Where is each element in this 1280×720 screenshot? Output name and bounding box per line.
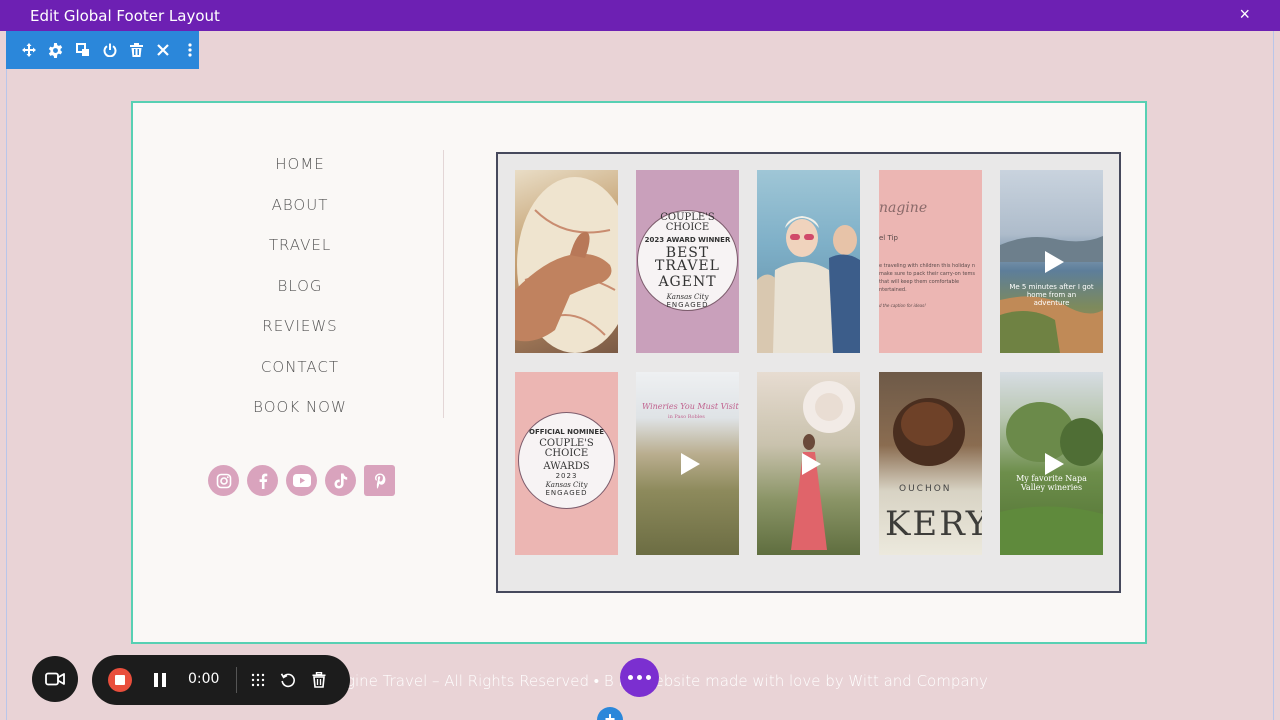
settings-icon[interactable] [47, 41, 65, 59]
nav-reviews[interactable]: REVIEWS [195, 315, 405, 356]
nav-about[interactable]: ABOUT [195, 194, 405, 235]
duplicate-icon[interactable] [74, 41, 92, 59]
vertical-divider [443, 150, 444, 418]
bakery-sign-top: OUCHON [899, 484, 952, 494]
copyright-text: gine Travel – All Rights Reserved • B nd… [346, 672, 988, 690]
play-icon [1044, 452, 1064, 475]
divider [236, 667, 237, 693]
builder-menu-button[interactable] [620, 658, 659, 697]
feed-tile-adventure-video[interactable]: Me 5 minutes after I got home from an ad… [1000, 170, 1103, 353]
nav-book-now[interactable]: BOOK NOW [195, 396, 405, 437]
more-icon[interactable] [181, 41, 199, 59]
award-winner-badge: COUPLE'S CHOICE 2023 AWARD WINNER BEST T… [637, 210, 738, 311]
nav-contact[interactable]: CONTACT [195, 356, 405, 397]
section-toolbar [6, 31, 199, 69]
trash-icon[interactable] [127, 41, 145, 59]
travel-tip-footer: d the caption for ideas! [879, 303, 926, 308]
restart-icon[interactable] [278, 670, 298, 690]
editor-title: Edit Global Footer Layout [30, 7, 220, 25]
feed-tile-wineries-video[interactable]: Wineries You Must Visit in Paso Robles [636, 372, 739, 555]
facebook-icon[interactable] [247, 465, 278, 496]
trash-icon[interactable] [309, 670, 329, 690]
play-icon [680, 452, 700, 475]
nav-travel[interactable]: TRAVEL [195, 234, 405, 275]
pause-icon[interactable] [154, 673, 166, 687]
wineries-subtitle: in Paso Robles [668, 414, 705, 420]
travel-tip-title: el Tip [879, 234, 898, 242]
travel-tip-brand: nagine [879, 200, 928, 216]
footer-nav: HOME ABOUT TRAVEL BLOG REVIEWS CONTACT B… [195, 153, 405, 437]
napa-caption: My favorite Napa Valley wineries [1016, 474, 1087, 492]
recording-controls: 0:00 [92, 655, 350, 705]
feed-tile-globe[interactable] [515, 170, 618, 353]
feed-tile-dress-video[interactable] [757, 372, 860, 555]
recording-timer: 0:00 [188, 671, 220, 687]
bakery-sign: KERY [885, 504, 982, 544]
travel-tip-body: e traveling with children this holiday n… [879, 263, 976, 293]
youtube-icon[interactable] [286, 465, 317, 496]
feed-tile-bakery[interactable]: OUCHON KERY [879, 372, 982, 555]
dot-icon [637, 675, 642, 680]
dot-icon [628, 675, 633, 680]
close-editor-icon[interactable]: × [1239, 4, 1250, 25]
video-camera-icon [45, 672, 65, 686]
feed-tile-travel-tip[interactable]: nagine el Tip e traveling with children … [879, 170, 982, 353]
feed-tile-napa-video[interactable]: My favorite Napa Valley wineries [1000, 372, 1103, 555]
tiktok-icon[interactable] [325, 465, 356, 496]
grid-icon[interactable] [248, 670, 268, 690]
dot-icon [646, 675, 651, 680]
nav-home[interactable]: HOME [195, 153, 405, 194]
feed-tile-nominee[interactable]: OFFICIAL NOMINEE COUPLE'S CHOICE AWARDS … [515, 372, 618, 555]
wineries-title: Wineries You Must Visit [642, 402, 739, 411]
play-icon [1044, 250, 1064, 273]
nominee-badge: OFFICIAL NOMINEE COUPLE'S CHOICE AWARDS … [518, 412, 615, 509]
nav-blog[interactable]: BLOG [195, 275, 405, 316]
instagram-icon[interactable] [208, 465, 239, 496]
feed-tile-award-winner[interactable]: COUPLE'S CHOICE 2023 AWARD WINNER BEST T… [636, 170, 739, 353]
social-icons [208, 465, 395, 496]
editor-title-bar: Edit Global Footer Layout × [0, 0, 1280, 31]
pinterest-icon[interactable] [364, 465, 395, 496]
feed-tile-family-photo[interactable] [757, 170, 860, 353]
power-icon[interactable] [101, 41, 119, 59]
play-icon [801, 452, 821, 475]
adventure-caption: Me 5 minutes after I got home from an ad… [1009, 283, 1094, 307]
stop-recording-button[interactable] [108, 668, 132, 692]
camera-toggle-button[interactable] [32, 656, 78, 702]
close-icon[interactable] [154, 41, 172, 59]
move-icon[interactable] [20, 41, 38, 59]
